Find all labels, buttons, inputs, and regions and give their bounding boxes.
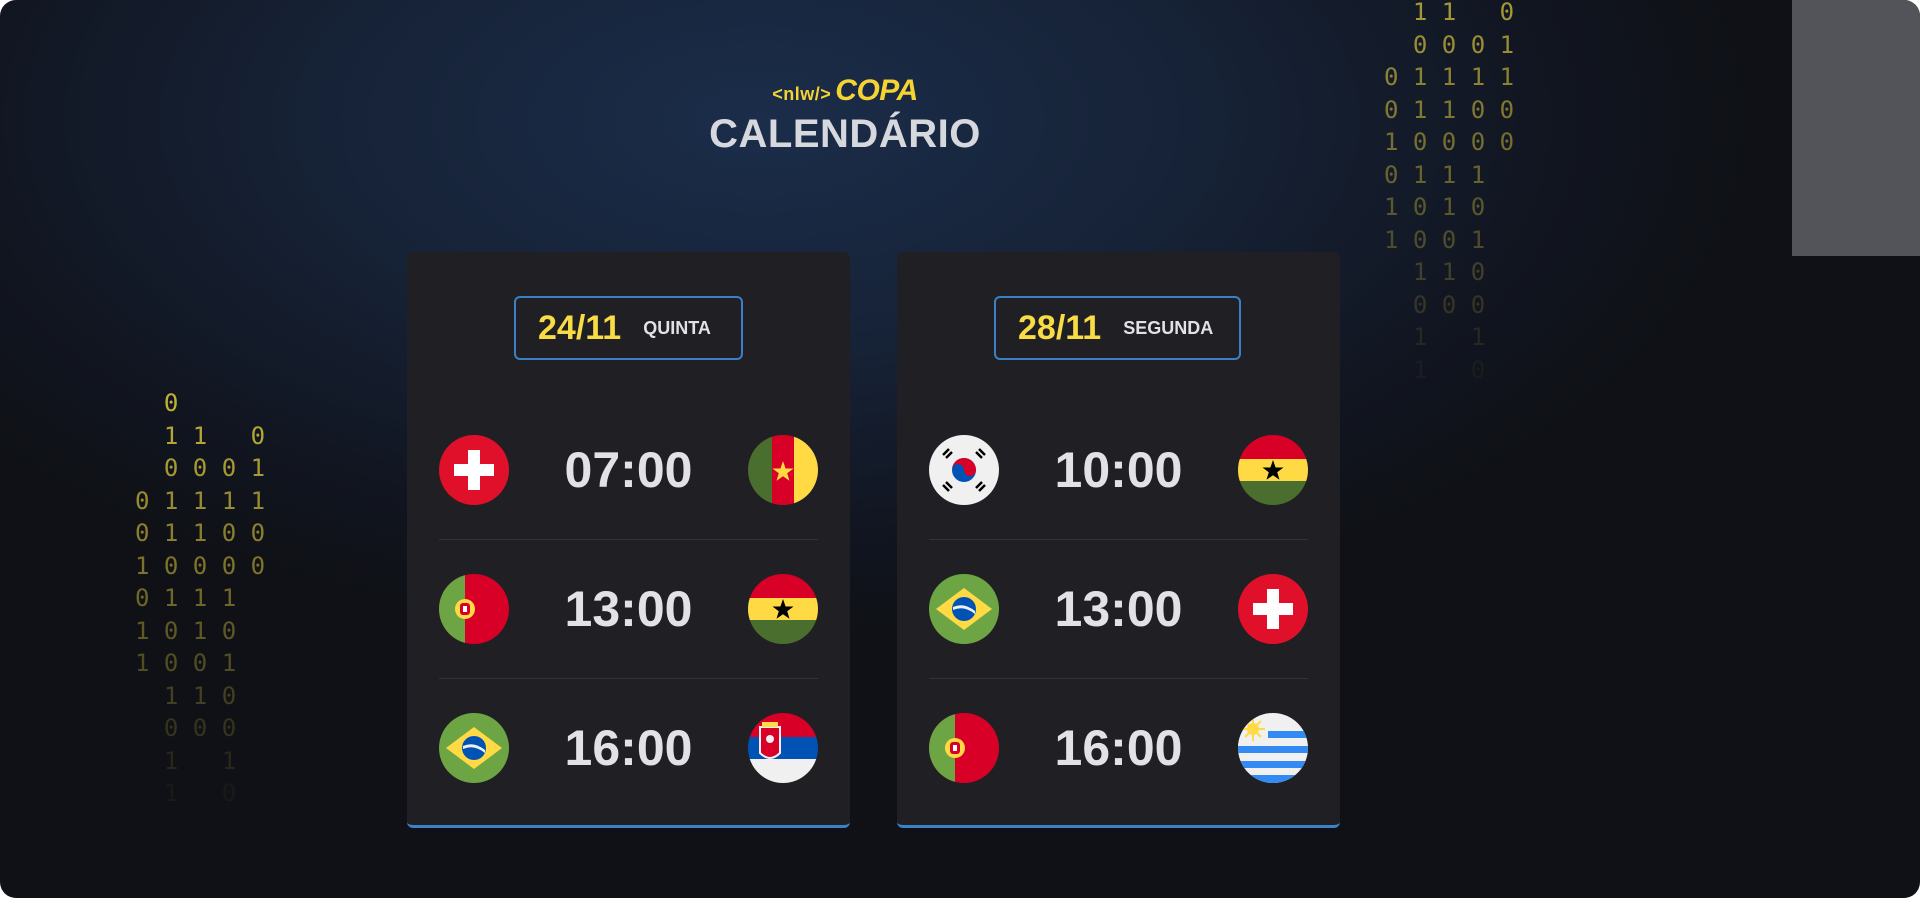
brazil-flag-icon [929, 574, 999, 644]
binary-digit-row: 1 1 0 [135, 421, 266, 450]
cameroon-flag-icon [748, 435, 818, 505]
match-time: 16:00 [1054, 720, 1183, 776]
match-row[interactable]: 10:00 [929, 435, 1308, 505]
binary-digit-row: 1 1 [1384, 323, 1486, 351]
binary-digit-row: 1 0 0 1 [1384, 225, 1486, 254]
scrollbar-thumb[interactable] [1792, 0, 1920, 256]
binary-digit-row: 0 0 0 [135, 714, 237, 742]
binary-digit-row: 1 0 1 0 [135, 616, 237, 645]
binary-digit-row: 1 0 0 1 [135, 649, 237, 677]
binary-digit-row: 1 1 0 [1384, 0, 1515, 26]
binary-digit-row: 0 0 0 [1384, 290, 1486, 319]
match-time: 07:00 [564, 442, 693, 498]
match-time: 16:00 [564, 720, 693, 776]
match-divider [929, 539, 1308, 540]
binary-rain-decoration-right: 1 1 0 0 0 0 10 1 1 1 10 1 1 0 01 0 0 0 0… [1384, 0, 1514, 386]
binary-digit-row: 0 0 0 1 [135, 454, 266, 482]
binary-digit-row: 1 1 0 [135, 681, 237, 710]
match-date: 24/11 [538, 308, 622, 347]
binary-digit-row: 1 0 [1384, 355, 1486, 384]
match-day-card: 24/11 QUINTA 07:00 13:00 16:00 [407, 252, 850, 828]
brazil-flag-icon [439, 713, 509, 783]
portugal-flag-icon [929, 713, 999, 783]
match-time: 13:00 [1054, 581, 1183, 637]
logo-name: COPA [835, 74, 918, 107]
match-row[interactable]: 13:00 [439, 574, 818, 644]
binary-rain-decoration-left: 0 1 1 0 0 0 0 1 0 1 1 1 1 0 1 1 0 0 1 0 0 0… [135, 387, 265, 810]
binary-digit-row: 1 0 1 0 [1384, 193, 1486, 221]
date-badge: 24/11 QUINTA [514, 296, 743, 360]
ghana-flag-icon [748, 574, 818, 644]
match-row[interactable]: 13:00 [929, 574, 1308, 644]
binary-digit-row: 0 0 0 1 [1384, 30, 1515, 59]
match-row[interactable]: 07:00 [439, 435, 818, 505]
portugal-flag-icon [439, 574, 509, 644]
binary-digit-row: 0 1 1 0 0 [135, 519, 266, 547]
binary-digit-row: 0 1 1 1 1 [135, 486, 266, 515]
page-header: <nlw/> COPA CALENDÁRIO [0, 74, 1690, 157]
switzerland-flag-icon [1238, 574, 1308, 644]
uruguay-flag-icon [1238, 713, 1308, 783]
match-divider [439, 678, 818, 679]
date-badge: 28/11 SEGUNDA [994, 296, 1241, 360]
switzerland-flag-icon [439, 435, 509, 505]
match-weekday: QUINTA [643, 317, 711, 338]
match-row[interactable]: 16:00 [929, 713, 1308, 783]
match-weekday: SEGUNDA [1123, 317, 1214, 338]
serbia-flag-icon [748, 713, 818, 783]
binary-digit-row: 0 1 1 1 [135, 584, 237, 612]
page-title: CALENDÁRIO [709, 112, 981, 156]
match-row[interactable]: 16:00 [439, 713, 818, 783]
binary-digit-row: 1 1 [135, 746, 237, 775]
page-background: 0 1 1 0 0 0 0 1 0 1 1 1 1 0 1 1 0 0 1 0 0 0… [0, 0, 1920, 898]
match-time: 10:00 [1054, 442, 1183, 498]
binary-digit-row: 0 1 1 1 [1384, 160, 1486, 189]
match-day-card: 28/11 SEGUNDA 10:00 13:00 16:00 [897, 252, 1340, 828]
match-divider [439, 539, 818, 540]
binary-digit-row: 1 1 0 [1384, 258, 1486, 286]
binary-digit-row: 1 0 0 0 0 [135, 551, 266, 580]
match-date: 28/11 [1018, 308, 1102, 347]
logo-tag: <nlw/> [772, 84, 832, 104]
nlw-copa-logo: <nlw/> COPA [772, 74, 918, 108]
binary-digit-row: 1 0 [135, 779, 237, 807]
binary-digit-row: 0 [135, 389, 179, 417]
match-time: 13:00 [564, 581, 693, 637]
south-korea-flag-icon [929, 435, 999, 505]
match-divider [929, 678, 1308, 679]
ghana-flag-icon [1238, 435, 1308, 505]
